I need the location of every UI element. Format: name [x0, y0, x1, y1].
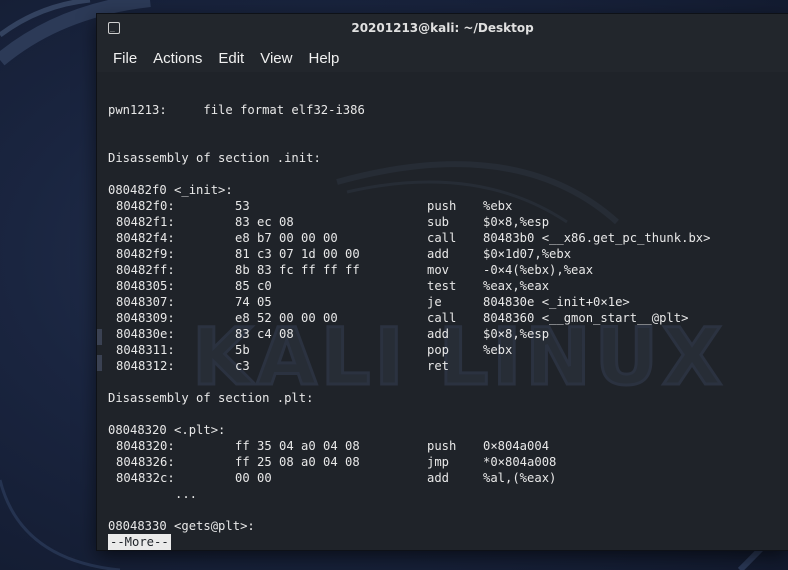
- file-format-line: pwn1213: file format elf32-i386: [108, 103, 365, 117]
- disasm-address: 80482ff:: [116, 263, 175, 277]
- disasm-row: 804830e: 83 c4 08 add $0×8,%esp: [108, 326, 788, 342]
- disasm-mnemonic: call: [427, 231, 457, 245]
- menu-actions[interactable]: Actions: [153, 50, 202, 67]
- disasm-address: 80482f1:: [116, 215, 175, 229]
- disasm-bytes: 00 00: [235, 471, 272, 485]
- disasm-mnemonic: pop: [427, 343, 450, 357]
- disasm-operands: 80483b0 <__x86.get_pc_thunk.bx>: [483, 231, 711, 245]
- disasm-row: 8048320: ff 35 04 a0 04 08 push 0×804a004: [108, 438, 788, 454]
- terminal-window: _ 20201213@kali: ~/Desktop File Actions …: [97, 14, 788, 550]
- terminal-output[interactable]: KALI LINUX pwn1213: file format elf32-i3…: [97, 72, 788, 550]
- disasm-address: 8048326:: [116, 455, 175, 469]
- disasm-mnemonic: add: [427, 471, 450, 485]
- disasm-operands: %eax,%eax: [483, 279, 550, 293]
- disasm-operands: *0×804a008: [483, 455, 557, 469]
- disasm-row: 80482f4: e8 b7 00 00 00 call 80483b0 <__x86…: [108, 230, 788, 246]
- disasm-mnemonic: mov: [427, 263, 450, 277]
- disasm-mnemonic: add: [427, 247, 450, 261]
- disasm-bytes: ff 35 04 a0 04 08: [235, 439, 360, 453]
- disasm-row: 804832c: 00 00 add %al,(%eax): [108, 470, 788, 486]
- plt-label: 08048320 <.plt>:: [108, 423, 226, 437]
- disasm-bytes: 81 c3 07 1d 00 00: [235, 247, 360, 261]
- disasm-bytes: 83 ec 08: [235, 215, 294, 229]
- disasm-row: 8048311: 5b pop %ebx: [108, 342, 788, 358]
- disasm-operands: %ebx: [483, 199, 513, 213]
- disasm-row: 80482f1: 83 ec 08 sub $0×8,%esp: [108, 214, 788, 230]
- disasm-bytes: 74 05: [235, 295, 272, 309]
- window-title: 20201213@kali: ~/Desktop: [351, 21, 534, 35]
- disasm-row: 8048307: 74 05 je 804830e <_init+0×1e>: [108, 294, 788, 310]
- disasm-address: 80482f4:: [116, 231, 175, 245]
- menu-help[interactable]: Help: [308, 50, 339, 67]
- title-bar[interactable]: _ 20201213@kali: ~/Desktop: [97, 14, 788, 44]
- disasm-mnemonic: test: [427, 279, 457, 293]
- disasm-operands: $0×8,%esp: [483, 215, 550, 229]
- disasm-mnemonic: add: [427, 327, 450, 341]
- disasm-row: 8048312: c3 ret: [108, 358, 788, 374]
- disasm-bytes: ff 25 08 a0 04 08: [235, 455, 360, 469]
- disasm-bytes: e8 b7 00 00 00: [235, 231, 338, 245]
- gets-plt-label: 08048330 <gets@plt>:: [108, 519, 255, 533]
- more-prompt[interactable]: --More--: [108, 534, 171, 550]
- disasm-address: 8048320:: [116, 439, 175, 453]
- disasm-operands: 0×804a004: [483, 439, 550, 453]
- disasm-operands: %al,(%eax): [483, 471, 557, 485]
- disasm-address: 8048305:: [116, 279, 175, 293]
- menu-view[interactable]: View: [260, 50, 292, 67]
- disasm-operands: $0×1d07,%ebx: [483, 247, 572, 261]
- disasm-address: 8048309:: [116, 311, 175, 325]
- disasm-address: 8048311:: [116, 343, 175, 357]
- disasm-row: 8048309: e8 52 00 00 00 call 8048360 <__gmo…: [108, 310, 788, 326]
- disasm-address: 804830e:: [116, 327, 175, 341]
- disasm-row: 80482ff: 8b 83 fc ff ff ff mov -0×4(%ebx),%…: [108, 262, 788, 278]
- disasm-mnemonic: jmp: [427, 455, 450, 469]
- disasm-row: 8048326: ff 25 08 a0 04 08 jmp *0×804a008: [108, 454, 788, 470]
- ellipsis: ...: [175, 487, 198, 501]
- disasm-operands: 804830e <_init+0×1e>: [483, 295, 630, 309]
- disasm-operands: $0×8,%esp: [483, 327, 550, 341]
- disasm-mnemonic: je: [427, 295, 442, 309]
- disasm-address: 804832c:: [116, 471, 175, 485]
- disasm-bytes: 85 c0: [235, 279, 272, 293]
- disasm-mnemonic: push: [427, 199, 457, 213]
- disasm-operands: 8048360 <__gmon_start__@plt>: [483, 311, 689, 325]
- disasm-operands: -0×4(%ebx),%eax: [483, 263, 594, 277]
- menu-edit[interactable]: Edit: [218, 50, 244, 67]
- section-init-heading: Disassembly of section .init:: [108, 151, 321, 165]
- disasm-address: 80482f9:: [116, 247, 175, 261]
- disasm-bytes: 8b 83 fc ff ff ff: [235, 263, 360, 277]
- disasm-address: 80482f0:: [116, 199, 175, 213]
- disasm-mnemonic: sub: [427, 215, 450, 229]
- disasm-address: 8048307:: [116, 295, 175, 309]
- disasm-row: 8048305: 85 c0 test %eax,%eax: [108, 278, 788, 294]
- disasm-mnemonic: push: [427, 439, 457, 453]
- disasm-bytes: 83 c4 08: [235, 327, 294, 341]
- disasm-bytes: 53: [235, 199, 250, 213]
- disasm-mnemonic: call: [427, 311, 457, 325]
- menu-bar: File Actions Edit View Help: [97, 44, 788, 72]
- disasm-operands: %ebx: [483, 343, 513, 357]
- menu-file[interactable]: File: [113, 50, 137, 67]
- disasm-bytes: 5b: [235, 343, 250, 357]
- disasm-row: 80482f9: 81 c3 07 1d 00 00 add $0×1d07,%ebx: [108, 246, 788, 262]
- section-plt-heading: Disassembly of section .plt:: [108, 391, 314, 405]
- init-label: 080482f0 <_init>:: [108, 183, 233, 197]
- disasm-row: 80482f0: 53 push %ebx: [108, 198, 788, 214]
- disasm-mnemonic: ret: [427, 359, 450, 373]
- disasm-address: 8048312:: [116, 359, 175, 373]
- disasm-bytes: c3: [235, 359, 250, 373]
- disasm-bytes: e8 52 00 00 00: [235, 311, 338, 325]
